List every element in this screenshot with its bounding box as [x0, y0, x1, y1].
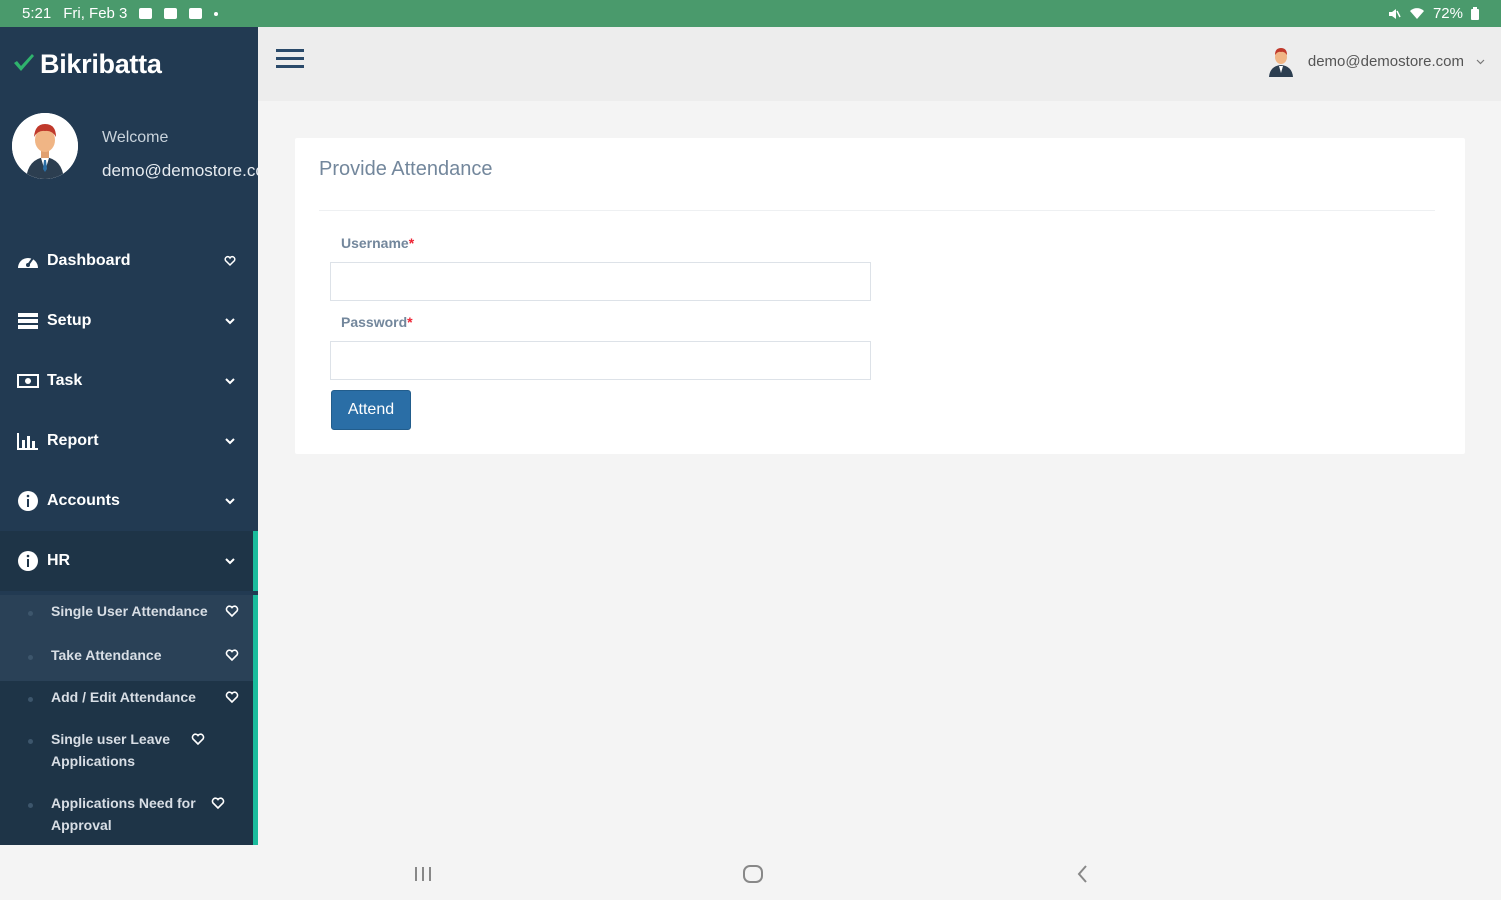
gallery-icon [164, 8, 178, 19]
main-content: Provide Attendance Username* Password* A… [258, 101, 1501, 845]
heart-icon [225, 649, 239, 662]
recent-apps-icon[interactable] [413, 859, 433, 889]
bullet [28, 739, 33, 744]
apps-grid-icon [189, 8, 203, 19]
required-marker: * [408, 235, 415, 251]
person-avatar-icon [12, 113, 78, 179]
sidebar-item-hr[interactable]: HR [0, 531, 258, 591]
wifi-icon [1409, 8, 1424, 19]
chevron-down-icon [1476, 59, 1485, 64]
sidebar-item-label: HR [47, 552, 71, 569]
chevron-down-icon [225, 558, 235, 565]
password-label-text: Password [341, 314, 408, 330]
sidebar-profile: Welcome demo@demostore.com [0, 101, 258, 231]
sidebar-item-report[interactable]: Report [0, 411, 258, 471]
bar-chart-icon [16, 430, 40, 452]
home-icon[interactable] [741, 859, 765, 889]
sidebar: Bikribatta Welcome demo@demostore.com Da… [0, 27, 258, 853]
top-header: demo@demostore.com [258, 27, 1501, 101]
page-title: Provide Attendance [319, 158, 493, 180]
divider [319, 210, 1435, 211]
sidebar-item-label: Task [47, 372, 83, 389]
sidebar-item-task[interactable]: Task [0, 351, 258, 411]
status-date: Fri, Feb 3 [63, 5, 128, 22]
sidebar-item-accounts[interactable]: Accounts [0, 471, 258, 531]
subitem-label: Single User Attendance [51, 603, 208, 619]
bullet [28, 803, 33, 808]
password-label: Password* [341, 314, 413, 330]
avatar[interactable] [12, 113, 78, 179]
password-input[interactable] [330, 341, 871, 380]
heart-icon [191, 733, 205, 746]
info-icon [16, 550, 40, 572]
subitem-label: Applications Need for Approval [51, 795, 196, 833]
subitem-label: Take Attendance [51, 647, 162, 663]
status-time: 5:21 [22, 5, 52, 22]
subitem-take-attendance[interactable]: Take Attendance [0, 639, 253, 681]
hamburger-menu-icon[interactable] [276, 47, 304, 71]
info-icon [16, 490, 40, 512]
heart-icon [225, 691, 239, 704]
attend-button[interactable]: Attend [331, 390, 411, 430]
heart-icon [225, 605, 239, 618]
bullet [28, 611, 33, 616]
brand-logo[interactable]: Bikribatta [0, 27, 258, 101]
subitem-label: Add / Edit Attendance [51, 689, 196, 705]
bullet [28, 697, 33, 702]
attendance-card: Provide Attendance Username* Password* A… [295, 138, 1465, 454]
sidebar-item-label: Setup [47, 312, 92, 329]
username-label: Username* [341, 235, 414, 251]
chevron-down-icon [225, 438, 235, 445]
hr-submenu: Single User Attendance Take Attendance A… [0, 595, 258, 853]
money-icon [16, 370, 40, 392]
leaf-logo-icon [14, 54, 34, 71]
subitem-applications-need-for-approval[interactable]: Applications Need for Approval [0, 787, 253, 849]
heart-icon [211, 797, 225, 810]
chevron-down-icon [225, 318, 235, 325]
heart-icon [224, 255, 236, 267]
sidebar-user-email: demo@demostore.com [102, 161, 258, 180]
dashboard-icon [16, 250, 40, 272]
header-user-email: demo@demostore.com [1307, 52, 1464, 70]
sidebar-item-setup[interactable]: Setup [0, 291, 258, 351]
chevron-down-icon [225, 378, 235, 385]
subitem-label: Single user Leave Applications [51, 731, 171, 769]
mute-icon [1388, 8, 1401, 19]
username-label-text: Username [341, 235, 409, 251]
chevron-down-icon [225, 498, 235, 505]
status-bar: 5:21 Fri, Feb 3 72% [0, 0, 1501, 27]
required-marker: * [407, 314, 413, 330]
more-notifications-icon [214, 11, 219, 16]
folder-icon [139, 8, 153, 19]
username-input[interactable] [330, 262, 871, 301]
user-menu[interactable]: demo@demostore.com [1266, 45, 1485, 77]
server-icon [16, 310, 40, 332]
battery-icon [1471, 7, 1479, 20]
sidebar-item-dashboard[interactable]: Dashboard [0, 231, 258, 291]
system-nav-bar [0, 845, 1501, 900]
battery-percent: 72% [1432, 5, 1463, 22]
sidebar-item-label: Dashboard [47, 252, 131, 269]
sidebar-nav: Dashboard Setup Task Report Accounts HR [0, 231, 258, 591]
subitem-single-user-attendance[interactable]: Single User Attendance [0, 595, 253, 639]
subitem-add-edit-attendance[interactable]: Add / Edit Attendance [0, 681, 253, 723]
brand-name: Bikribatta [40, 48, 162, 79]
sidebar-item-label: Report [47, 432, 99, 449]
sidebar-item-label: Accounts [47, 492, 120, 509]
bullet [28, 655, 33, 660]
welcome-text: Welcome [102, 129, 169, 146]
back-icon[interactable] [1074, 859, 1092, 889]
user-avatar-icon [1268, 48, 1293, 77]
subitem-single-user-leave-applications[interactable]: Single user Leave Applications [0, 723, 253, 787]
